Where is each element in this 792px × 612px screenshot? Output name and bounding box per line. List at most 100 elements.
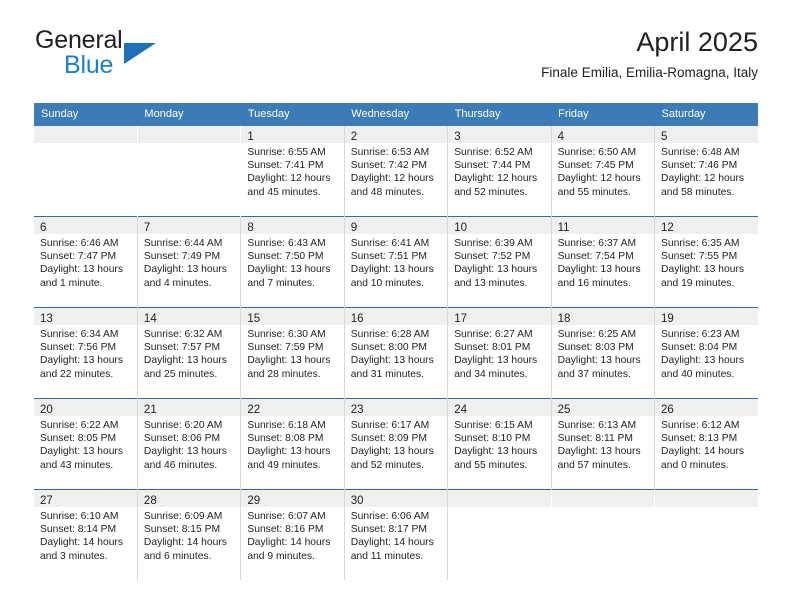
calendar-day-cell[interactable]: 23 Sunrise: 6:17 AM Sunset: 8:09 PM Dayligh…: [344, 398, 449, 490]
calendar-day-cell[interactable]: 1 Sunrise: 6:55 AM Sunset: 7:41 PM Daylight…: [240, 126, 345, 217]
day-number: 27: [40, 495, 53, 507]
calendar-day-cell[interactable]: 24 Sunrise: 6:15 AM Sunset: 8:10 PM Dayligh…: [447, 398, 552, 490]
calendar-day-cell[interactable]: 25 Sunrise: 6:13 AM Sunset: 8:11 PM Dayligh…: [551, 398, 656, 490]
day-number: 28: [143, 495, 157, 507]
daylight-duration-line-1: Daylight: 14 hours: [143, 537, 227, 549]
weekday-header-thursday: Thursday: [447, 103, 552, 126]
daylight-duration-line-2: and 49 minutes.: [247, 459, 321, 471]
day-number-band: 18: [551, 308, 655, 325]
day-number: 20: [40, 404, 53, 416]
daylight-duration-line-2: and 45 minutes.: [247, 186, 321, 198]
sunset-time: Sunset: 8:17 PM: [350, 524, 427, 536]
day-details: Sunrise: 6:50 AM Sunset: 7:45 PM Daylight:…: [552, 143, 654, 199]
calendar-day-cell[interactable]: 4 Sunrise: 6:50 AM Sunset: 7:45 PM Daylight…: [551, 126, 656, 217]
calendar-day-cell[interactable]: 20 Sunrise: 6:22 AM Sunset: 8:05 PM Dayligh…: [34, 398, 138, 490]
day-number-band: 1: [241, 126, 344, 143]
daylight-duration-line-2: and 43 minutes.: [40, 459, 114, 471]
calendar-day-cell[interactable]: 9 Sunrise: 6:41 AM Sunset: 7:51 PM Daylight…: [344, 216, 449, 308]
daylight-duration-line-2: and 6 minutes.: [143, 550, 212, 562]
day-number: 15: [247, 313, 261, 325]
day-number-band: 24: [448, 399, 551, 416]
calendar-day-cell[interactable]: 13 Sunrise: 6:34 AM Sunset: 7:56 PM Dayligh…: [34, 307, 138, 399]
calendar-day-cell[interactable]: 12 Sunrise: 6:35 AM Sunset: 7:55 PM Dayligh…: [654, 216, 758, 308]
day-details: Sunrise: 6:46 AM Sunset: 7:47 PM Daylight:…: [34, 234, 137, 290]
daylight-duration-line-1: Daylight: 13 hours: [143, 355, 227, 367]
calendar-day-cell[interactable]: 2 Sunrise: 6:53 AM Sunset: 7:42 PM Daylight…: [344, 126, 449, 217]
day-details: Sunrise: 6:39 AM Sunset: 7:52 PM Daylight:…: [448, 234, 550, 290]
calendar-day-cell[interactable]: 6 Sunrise: 6:46 AM Sunset: 7:47 PM Daylight…: [34, 216, 138, 308]
sunset-time: Sunset: 8:08 PM: [247, 433, 324, 445]
day-number: 14: [143, 313, 157, 325]
sunset-time: Sunset: 7:44 PM: [454, 160, 531, 172]
day-number-band: 21: [137, 399, 241, 416]
calendar-day-cell[interactable]: 8 Sunrise: 6:43 AM Sunset: 7:50 PM Daylight…: [240, 216, 345, 308]
calendar-day-cell[interactable]: 5 Sunrise: 6:48 AM Sunset: 7:46 PM Daylight…: [654, 126, 758, 217]
day-number-band: 4: [551, 126, 655, 143]
daylight-duration-line-2: and 31 minutes.: [350, 368, 425, 380]
day-number: 23: [350, 404, 364, 416]
sunrise-time: Sunrise: 6:50 AM: [557, 147, 637, 158]
calendar-day-cell[interactable]: 22 Sunrise: 6:18 AM Sunset: 8:08 PM Dayligh…: [240, 398, 345, 490]
day-number-band: 13: [34, 308, 137, 325]
day-number-band: 11: [551, 217, 655, 234]
daylight-duration-line-1: Daylight: 13 hours: [40, 355, 123, 367]
day-number-band: 7: [137, 217, 241, 234]
calendar-day-cell[interactable]: 27 Sunrise: 6:10 AM Sunset: 8:14 PM Dayligh…: [34, 489, 138, 580]
daylight-duration-line-2: and 16 minutes.: [557, 277, 631, 289]
calendar-day-cell[interactable]: 11 Sunrise: 6:37 AM Sunset: 7:54 PM Dayligh…: [551, 216, 656, 308]
page-title: April 2025: [636, 27, 758, 57]
calendar-day-cell[interactable]: 15 Sunrise: 6:30 AM Sunset: 7:59 PM Dayligh…: [240, 307, 345, 399]
daylight-duration-line-2: and 46 minutes.: [143, 459, 218, 471]
day-number: 1: [247, 131, 254, 143]
sunrise-time: Sunrise: 6:44 AM: [143, 238, 223, 249]
calendar-day-cell[interactable]: 28 Sunrise: 6:09 AM Sunset: 8:15 PM Dayligh…: [137, 489, 242, 580]
calendar-day-cell[interactable]: 14 Sunrise: 6:32 AM Sunset: 7:57 PM Dayligh…: [137, 307, 242, 399]
day-number: 3: [454, 131, 461, 143]
calendar-day-cell[interactable]: 7 Sunrise: 6:44 AM Sunset: 7:49 PM Daylight…: [137, 216, 242, 308]
calendar-day-cell[interactable]: 17 Sunrise: 6:27 AM Sunset: 8:01 PM Dayligh…: [447, 307, 552, 399]
daylight-duration-line-1: Daylight: 14 hours: [350, 537, 434, 549]
day-number-band: 8: [241, 217, 344, 234]
day-number: 30: [350, 495, 364, 507]
calendar-day-cell[interactable]: 29 Sunrise: 6:07 AM Sunset: 8:16 PM Dayligh…: [240, 489, 345, 580]
sunrise-time: Sunrise: 6:23 AM: [661, 329, 740, 340]
daylight-duration-line-2: and 3 minutes.: [40, 550, 108, 562]
calendar-day-cell[interactable]: 19 Sunrise: 6:23 AM Sunset: 8:04 PM Dayligh…: [654, 307, 758, 399]
calendar-day-cell[interactable]: 3 Sunrise: 6:52 AM Sunset: 7:44 PM Daylight…: [447, 126, 552, 217]
calendar-day-cell[interactable]: 30 Sunrise: 6:06 AM Sunset: 8:17 PM Dayligh…: [344, 489, 449, 580]
daylight-duration-line-1: Daylight: 13 hours: [454, 446, 538, 458]
weekday-header-sunday: Sunday: [34, 103, 138, 126]
daylight-duration-line-1: Daylight: 13 hours: [350, 355, 434, 367]
sunrise-time: Sunrise: 6:15 AM: [454, 420, 533, 431]
sunrise-time: Sunrise: 6:55 AM: [247, 147, 326, 158]
day-number: 16: [350, 313, 364, 325]
sunset-time: Sunset: 7:46 PM: [661, 160, 738, 172]
day-number-band: 3: [448, 126, 551, 143]
calendar-week-row: 6 Sunrise: 6:46 AM Sunset: 7:47 PM Daylight…: [34, 216, 758, 308]
weekday-header-row: Sunday Monday Tuesday Wednesday Thursday…: [34, 103, 758, 126]
calendar-day-cell[interactable]: 16 Sunrise: 6:28 AM Sunset: 8:00 PM Dayligh…: [344, 307, 449, 399]
daylight-duration-line-1: Daylight: 13 hours: [143, 446, 227, 458]
sunset-time: Sunset: 8:10 PM: [454, 433, 531, 445]
daylight-duration-line-2: and 55 minutes.: [557, 186, 631, 198]
sunset-time: Sunset: 8:00 PM: [350, 342, 427, 354]
sunrise-time: Sunrise: 6:13 AM: [557, 420, 637, 431]
calendar-day-cell[interactable]: 10 Sunrise: 6:39 AM Sunset: 7:52 PM Dayligh…: [447, 216, 552, 308]
calendar-day-cell[interactable]: 26 Sunrise: 6:12 AM Sunset: 8:13 PM Dayligh…: [654, 398, 758, 490]
day-number-band: 16: [344, 308, 448, 325]
daylight-duration-line-1: Daylight: 12 hours: [661, 173, 745, 185]
calendar-day-cell[interactable]: 18 Sunrise: 6:25 AM Sunset: 8:03 PM Dayligh…: [551, 307, 656, 399]
day-number-band: 30: [344, 490, 448, 507]
sunrise-time: Sunrise: 6:07 AM: [247, 511, 326, 522]
day-details: Sunrise: 6:37 AM Sunset: 7:54 PM Daylight:…: [552, 234, 654, 290]
day-details: Sunrise: 6:55 AM Sunset: 7:41 PM Daylight:…: [241, 143, 343, 199]
sunrise-time: Sunrise: 6:28 AM: [350, 329, 430, 340]
day-number: 22: [247, 404, 261, 416]
daylight-duration-line-2: and 9 minutes.: [247, 550, 315, 562]
day-number-band: [551, 490, 655, 507]
daylight-duration-line-2: and 19 minutes.: [661, 277, 735, 289]
calendar-day-cell[interactable]: 21 Sunrise: 6:20 AM Sunset: 8:06 PM Dayligh…: [137, 398, 242, 490]
day-number: 21: [143, 404, 157, 416]
weekday-header-friday: Friday: [551, 103, 655, 126]
generalblue-logo[interactable]: General Blue: [34, 26, 194, 82]
